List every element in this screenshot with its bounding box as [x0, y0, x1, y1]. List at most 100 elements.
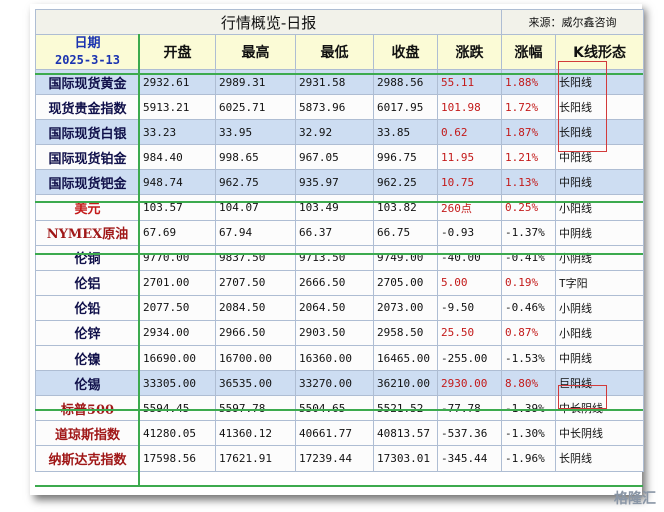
cell-high: 6025.71 — [215, 94, 296, 121]
col-header-change: 涨跌 — [436, 34, 503, 70]
cell-open: 2701.00 — [139, 269, 216, 296]
cell-change: -40.00 — [436, 244, 503, 271]
group-divider — [35, 409, 643, 411]
market-table: 行情概览-日报 来源：威尔鑫咨询 日期 2025-3-13 开盘 最高 最低 收… — [34, 9, 645, 472]
cell-low: 935.97 — [295, 169, 374, 196]
cell-pct: -1.53% — [501, 345, 557, 372]
cell-change: 11.95 — [436, 144, 503, 171]
cell-kline: 小阴线 — [555, 244, 645, 271]
cell-low: 40661.77 — [295, 420, 374, 447]
cell-change: 5.00 — [436, 269, 503, 296]
table-row: 伦铝 2701.00 2707.50 2666.50 2705.00 5.00 0.19% T… — [35, 269, 645, 296]
cell-change: 101.98 — [436, 94, 503, 121]
cell-pct: 1.13% — [501, 169, 557, 196]
cell-pct: -0.46% — [501, 294, 557, 321]
table-row: 国际现货白银 33.23 33.95 32.92 33.85 0.62 1.87% 长阳线 — [35, 119, 645, 146]
date-cell: 日期 2025-3-13 — [35, 34, 140, 70]
cell-low: 9713.50 — [295, 244, 374, 271]
cell-high: 104.07 — [215, 194, 296, 221]
row-name: 国际现货铂金 — [35, 144, 140, 171]
table-row: 现货贵金指数 5913.21 6025.71 5873.96 6017.95 101.98… — [35, 94, 645, 121]
cell-change: 2930.00 — [436, 370, 503, 397]
cell-high: 2084.50 — [215, 294, 296, 321]
cell-low: 5873.96 — [295, 94, 374, 121]
cell-change: -0.93 — [436, 219, 503, 246]
table-row: 伦锌 2934.00 2966.50 2903.50 2958.50 25.50 0.87%… — [35, 319, 645, 347]
cell-kline: 中阳线 — [555, 169, 645, 196]
cell-high: 998.65 — [215, 144, 296, 171]
cell-open: 948.74 — [139, 169, 216, 196]
table-row: 伦镍 16690.00 16700.00 16360.00 16465.00 -255.0… — [35, 345, 645, 372]
cell-open: 41280.05 — [139, 420, 216, 447]
table-row: 伦铜 9770.00 9837.50 9713.50 9749.00 -40.00 -0.4… — [35, 244, 645, 271]
cell-low: 2666.50 — [295, 269, 374, 296]
cell-open: 33305.00 — [139, 370, 216, 397]
table-row: 纳斯达克指数 17598.56 17621.91 17239.44 17303.01 -3… — [35, 445, 645, 472]
cell-low: 103.49 — [295, 194, 374, 221]
cell-change: 260点 — [436, 194, 503, 221]
cell-close: 40813.57 — [373, 420, 438, 447]
cell-low: 16360.00 — [295, 345, 374, 372]
cell-open: 17598.56 — [139, 445, 216, 472]
cell-kline: 小阳线 — [555, 319, 645, 347]
cell-change: -537.36 — [436, 420, 503, 447]
cell-pct: -1.37% — [501, 219, 557, 246]
table-row: NYMEX原油 67.69 67.94 66.37 66.75 -0.93 -1.37% 中阴… — [35, 219, 645, 246]
cell-high: 9837.50 — [215, 244, 296, 271]
cell-low: 32.92 — [295, 119, 374, 146]
cell-open: 2934.00 — [139, 319, 216, 347]
highlight-box-long-yang — [558, 61, 607, 152]
cell-pct: -1.96% — [501, 445, 557, 472]
table-row: 伦铅 2077.50 2084.50 2064.50 2073.00 -9.50 -0.46… — [35, 294, 645, 321]
date-value: 2025-3-13 — [54, 53, 121, 67]
date-label: 日期 — [74, 36, 101, 51]
table-row: 国际现货铂金 984.40 998.65 967.05 996.75 11.95 1.21%… — [35, 144, 645, 171]
cell-kline: 长阴线 — [555, 445, 645, 472]
cell-high: 17621.91 — [215, 445, 296, 472]
col-header-open: 开盘 — [139, 34, 216, 70]
cell-low: 66.37 — [295, 219, 374, 246]
cell-change: -255.00 — [436, 345, 503, 372]
cell-close: 962.25 — [373, 169, 438, 196]
row-name: 国际现货白银 — [35, 119, 140, 146]
cell-high: 962.75 — [215, 169, 296, 196]
col-header-close: 收盘 — [373, 34, 438, 70]
cell-high: 16700.00 — [215, 345, 296, 372]
cell-close: 996.75 — [373, 144, 438, 171]
group-divider — [35, 253, 643, 255]
cell-low: 2903.50 — [295, 319, 374, 347]
group-divider — [35, 201, 643, 203]
cell-close: 2705.00 — [373, 269, 438, 296]
cell-close: 66.75 — [373, 219, 438, 246]
cell-pct: 0.19% — [501, 269, 557, 296]
highlight-box-giant-yang — [558, 385, 607, 409]
cell-close: 2958.50 — [373, 319, 438, 347]
row-name: 国际现货钯金 — [35, 169, 140, 196]
cell-close: 17303.01 — [373, 445, 438, 472]
row-name: 伦铅 — [35, 294, 140, 321]
cell-low: 17239.44 — [295, 445, 374, 472]
cell-close: 16465.00 — [373, 345, 438, 372]
cell-low: 2064.50 — [295, 294, 374, 321]
cell-open: 103.57 — [139, 194, 216, 221]
row-name: 纳斯达克指数 — [35, 445, 140, 472]
table-row: 国际现货钯金 948.74 962.75 935.97 962.25 10.75 1.13%… — [35, 169, 645, 196]
cell-open: 67.69 — [139, 219, 216, 246]
cell-open: 33.23 — [139, 119, 216, 146]
row-name: 伦锌 — [35, 319, 140, 347]
row-name: NYMEX原油 — [35, 219, 140, 246]
watermark: 格隆汇 — [614, 488, 656, 508]
cell-pct: 1.72% — [501, 94, 557, 121]
table-row: 伦锡 33305.00 36535.00 33270.00 36210.00 2930.0… — [35, 370, 645, 397]
cell-open: 2077.50 — [139, 294, 216, 321]
cell-high: 36535.00 — [215, 370, 296, 397]
cell-kline: 小阳线 — [555, 194, 645, 221]
watermark-text: 格隆汇 — [614, 491, 656, 507]
row-name: 伦铜 — [35, 244, 140, 271]
cell-pct: 1.21% — [501, 144, 557, 171]
table-bottom-border — [35, 485, 643, 487]
cell-change: 25.50 — [436, 319, 503, 347]
row-name: 美元 — [35, 194, 140, 221]
cell-kline: 中长阴线 — [555, 420, 645, 447]
cell-kline: 小阴线 — [555, 294, 645, 321]
